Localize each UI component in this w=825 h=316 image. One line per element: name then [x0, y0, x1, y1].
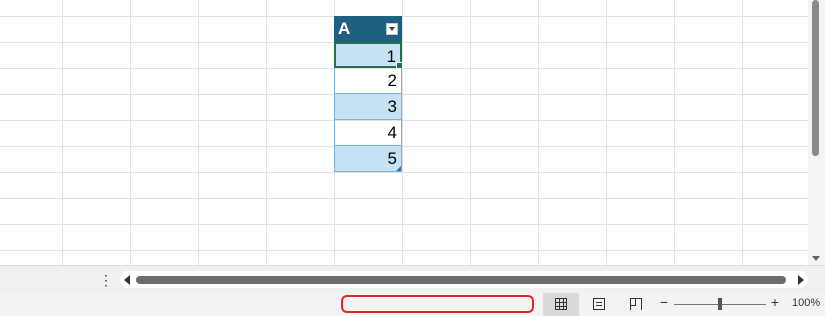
normal-view-icon [555, 298, 567, 310]
table-cell[interactable]: 5 [334, 146, 402, 172]
zoom-level[interactable]: 100% [792, 297, 820, 309]
row-gridline [0, 16, 808, 17]
zoom-out-button[interactable]: − [658, 294, 670, 310]
table-header-cell[interactable]: A [334, 16, 402, 42]
zoom-slider-thumb[interactable] [718, 298, 722, 310]
table-header-label: A [338, 19, 351, 38]
row-gridline [0, 224, 808, 225]
scroll-down-icon[interactable] [812, 256, 820, 261]
row-gridline [0, 250, 808, 251]
row-gridline [0, 198, 808, 199]
zoom-in-button[interactable]: + [769, 294, 781, 310]
column-gridline [198, 0, 199, 265]
column-gridline [402, 0, 403, 265]
status-text-field [341, 295, 534, 313]
spreadsheet-grid[interactable]: A 1 2 3 4 5 [0, 0, 808, 265]
table-cell[interactable]: 4 [334, 120, 402, 146]
normal-view-button[interactable] [543, 293, 579, 316]
cell-value: 3 [387, 97, 397, 116]
vertical-scroll-thumb[interactable] [812, 0, 819, 156]
scroll-right-icon[interactable] [798, 275, 804, 285]
cell-value: 2 [387, 71, 397, 90]
horizontal-scrollbar[interactable] [120, 271, 808, 288]
more-vertical-icon[interactable]: ⋮ [99, 272, 113, 289]
vertical-scrollbar[interactable] [808, 0, 825, 265]
column-gridline [538, 0, 539, 265]
column-gridline [470, 0, 471, 265]
page-break-preview-icon [630, 298, 642, 310]
scroll-left-icon[interactable] [124, 275, 130, 285]
row-gridline [0, 172, 808, 173]
row-gridline [0, 120, 808, 121]
sheet-tab-bar: ⋮ [0, 265, 825, 293]
page-layout-icon [593, 298, 605, 310]
column-gridline [266, 0, 267, 265]
horizontal-scroll-thumb[interactable] [136, 276, 786, 284]
column-gridline [130, 0, 131, 265]
table-cell[interactable]: 3 [334, 94, 402, 120]
table-resize-handle[interactable] [396, 166, 401, 171]
status-bar: − + 100% [0, 293, 825, 316]
row-gridline [0, 146, 808, 147]
column-gridline [62, 0, 63, 265]
column-gridline [742, 0, 743, 265]
row-gridline [0, 42, 808, 43]
filter-dropdown-icon[interactable] [386, 23, 398, 35]
cell-value: 4 [387, 123, 397, 142]
table-cell[interactable]: 2 [334, 68, 402, 94]
page-break-preview-button[interactable] [618, 293, 654, 316]
row-gridline [0, 68, 808, 69]
table-cell[interactable]: 1 [334, 42, 403, 69]
page-layout-view-button[interactable] [581, 293, 617, 316]
column-gridline [606, 0, 607, 265]
row-gridline [0, 94, 808, 95]
column-gridline [674, 0, 675, 265]
cell-value: 1 [386, 47, 396, 66]
